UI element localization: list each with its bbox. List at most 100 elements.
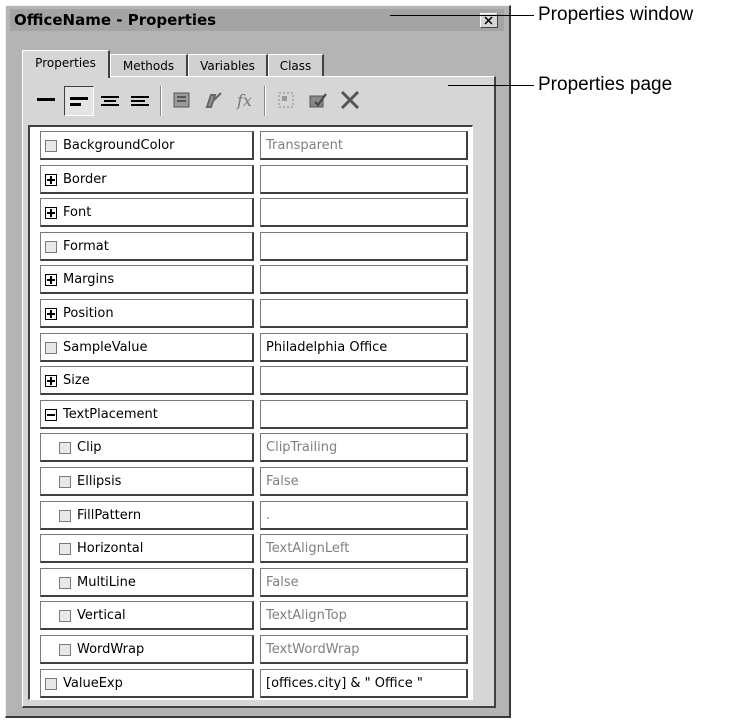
tab-methods[interactable]: Methods <box>110 54 188 76</box>
property-row[interactable]: BackgroundColor Transparent <box>40 131 470 165</box>
property-row[interactable]: Horizontal TextAlignLeft <box>40 534 470 568</box>
property-value-field[interactable]: Philadelphia Office <box>260 332 468 362</box>
property-value-field[interactable]: TextAlignLeft <box>260 534 468 564</box>
property-row[interactable]: Position <box>40 299 470 333</box>
property-row[interactable]: Clip ClipTrailing <box>40 433 470 467</box>
property-name: Border <box>63 171 107 187</box>
property-value-field[interactable]: TextAlignTop <box>260 601 468 631</box>
property-row[interactable]: Format <box>40 231 470 266</box>
align-center-button[interactable] <box>96 86 126 116</box>
expand-plus-icon[interactable] <box>45 173 57 186</box>
select-icon <box>278 92 294 108</box>
property-name-cell[interactable]: ValueExp <box>40 668 254 698</box>
property-value-field[interactable]: False <box>260 467 468 496</box>
property-row[interactable]: FillPattern. <box>40 500 470 535</box>
property-name: SampleValue <box>63 339 148 355</box>
property-value-field[interactable]: Transparent <box>260 131 468 160</box>
property-name-cell[interactable]: Border <box>40 164 254 194</box>
properties-button[interactable] <box>168 86 198 116</box>
window-titlebar[interactable]: OfficeName - Properties <box>10 9 504 31</box>
property-name: FillPattern <box>77 507 142 523</box>
property-name: Position <box>63 306 114 321</box>
property-value-field[interactable] <box>260 265 468 295</box>
property-value-field[interactable]: ClipTrailing <box>260 433 468 463</box>
property-name-cell[interactable]: MultiLine <box>40 567 254 597</box>
property-row[interactable]: Font <box>40 198 470 232</box>
edit-button[interactable] <box>200 86 230 116</box>
delete-button[interactable] <box>336 86 366 116</box>
property-value-field[interactable]: TextWordWrap <box>260 635 468 664</box>
property-value-field[interactable] <box>260 366 468 396</box>
property-name-cell[interactable]: Font <box>40 198 254 228</box>
property-name: Format <box>63 238 109 254</box>
function-button[interactable]: fx <box>232 86 262 116</box>
property-row[interactable]: MultiLine False <box>40 567 470 602</box>
callout-properties-window: Properties window <box>538 4 694 25</box>
property-value-field[interactable] <box>260 399 468 429</box>
property-checkbox-icon[interactable] <box>45 341 57 354</box>
property-row[interactable]: Vertical TextAlignTop <box>40 601 470 635</box>
property-checkbox-icon[interactable] <box>59 576 71 589</box>
property-checkbox-icon[interactable] <box>59 509 71 522</box>
property-checkbox-icon[interactable] <box>59 543 71 556</box>
select-button[interactable] <box>272 86 302 116</box>
property-name-cell[interactable]: Ellipsis <box>40 467 254 496</box>
property-row[interactable]: Size <box>40 366 470 400</box>
property-name-cell[interactable]: Clip <box>40 433 254 463</box>
callout-line-page <box>448 85 534 86</box>
delete-x-icon <box>340 90 360 110</box>
property-row[interactable]: Border <box>40 164 470 199</box>
property-name-cell[interactable]: BackgroundColor <box>40 131 254 160</box>
align-left-button[interactable] <box>64 86 94 116</box>
property-name-cell[interactable]: Horizontal <box>40 534 254 564</box>
property-name-cell[interactable]: TextPlacement <box>40 399 254 429</box>
property-name: Size <box>63 373 90 389</box>
property-checkbox-icon[interactable] <box>59 644 71 656</box>
align-left-icon <box>70 97 88 106</box>
tab-class[interactable]: Class <box>268 54 324 76</box>
align-center-icon <box>101 96 119 106</box>
property-row[interactable]: Ellipsis False <box>40 467 470 501</box>
property-value-field[interactable] <box>260 231 468 261</box>
property-checkbox-icon[interactable] <box>59 476 71 488</box>
property-name-cell[interactable]: Vertical <box>40 601 254 631</box>
property-checkbox-icon[interactable] <box>45 140 57 152</box>
property-value-field[interactable] <box>260 198 468 228</box>
toolbar-separator <box>264 86 266 116</box>
property-name-cell[interactable]: Margins <box>40 265 254 295</box>
property-value-field[interactable]: False <box>260 567 468 597</box>
function-fx-icon: fx <box>236 91 252 110</box>
property-row[interactable]: TextPlacement <box>40 399 470 434</box>
edit-icon <box>205 92 222 108</box>
property-value-field[interactable]: . <box>260 500 468 530</box>
expand-plus-icon[interactable] <box>45 207 57 220</box>
property-checkbox-icon[interactable] <box>59 610 71 623</box>
properties-toolbar: fx <box>28 82 473 120</box>
callout-line-window <box>390 15 534 16</box>
expand-plus-icon[interactable] <box>45 274 57 287</box>
tab-variables[interactable]: Variables <box>188 54 268 76</box>
property-row[interactable]: Margins <box>40 265 470 299</box>
align-right-button[interactable] <box>126 86 156 116</box>
property-name-cell[interactable]: WordWrap <box>40 635 254 664</box>
property-name-cell[interactable]: Position <box>40 299 254 328</box>
property-value-field[interactable] <box>260 164 468 194</box>
expand-plus-icon[interactable] <box>45 375 57 388</box>
show-line-button[interactable] <box>32 86 62 116</box>
checklist-button[interactable] <box>304 86 334 116</box>
property-name-cell[interactable]: Size <box>40 366 254 396</box>
property-checkbox-icon[interactable] <box>45 677 57 690</box>
collapse-minus-icon[interactable] <box>45 408 57 421</box>
property-row[interactable]: ValueExp [offices.city] & " Office " <box>40 668 470 703</box>
expand-plus-icon[interactable] <box>45 308 57 320</box>
property-checkbox-icon[interactable] <box>59 442 71 455</box>
property-value-field[interactable] <box>260 299 468 328</box>
property-row[interactable]: SampleValue Philadelphia Office <box>40 332 470 367</box>
property-name-cell[interactable]: FillPattern <box>40 500 254 530</box>
property-row[interactable]: WordWrap TextWordWrap <box>40 635 470 669</box>
property-value-field[interactable]: [offices.city] & " Office " <box>260 668 468 698</box>
property-checkbox-icon[interactable] <box>45 240 57 253</box>
property-name-cell[interactable]: SampleValue <box>40 332 254 362</box>
property-name-cell[interactable]: Format <box>40 231 254 261</box>
tab-properties[interactable]: Properties <box>22 50 110 78</box>
